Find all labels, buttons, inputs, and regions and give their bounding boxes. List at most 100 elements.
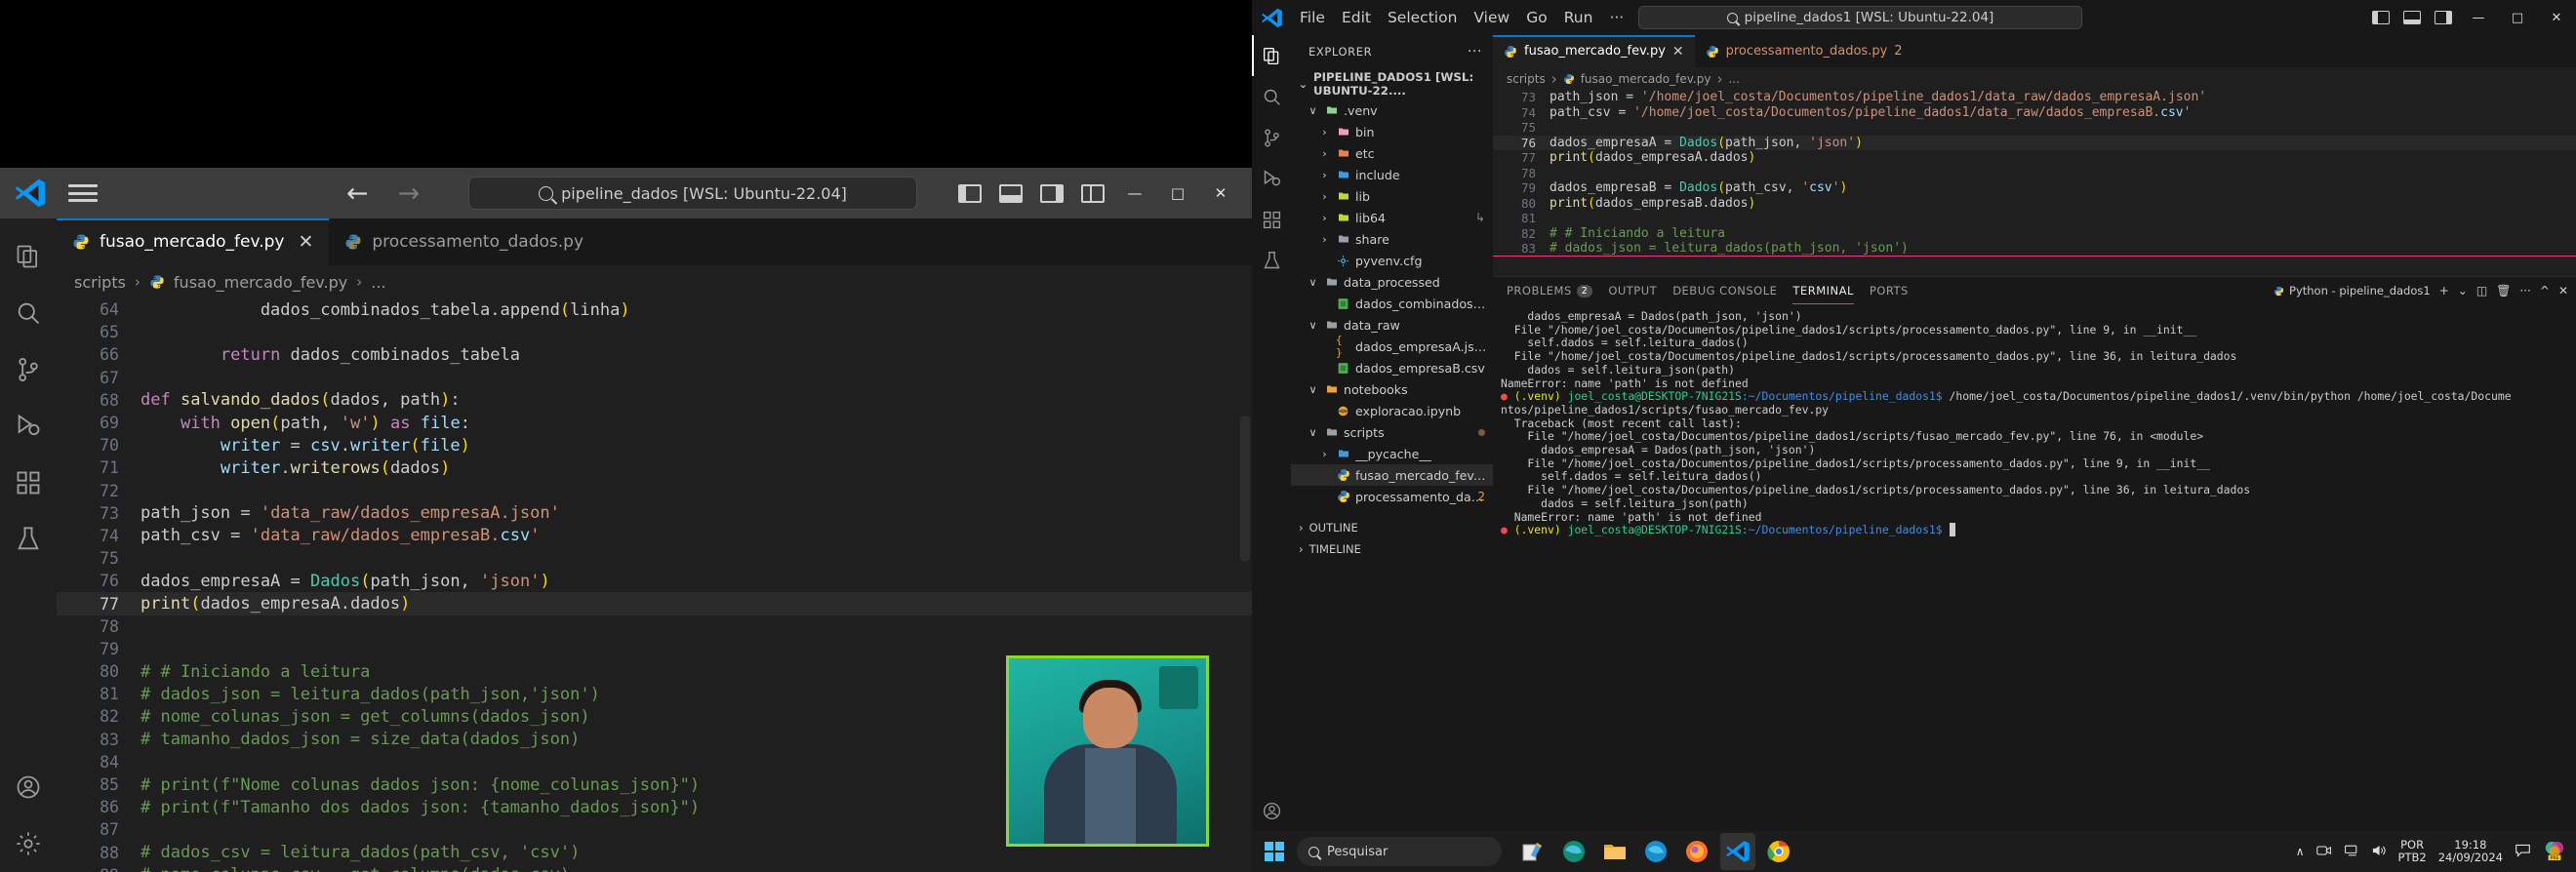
breadcrumb-file[interactable]: fusao_mercado_fev.py xyxy=(174,273,347,292)
tree-item-share[interactable]: › share xyxy=(1291,228,1493,250)
search-icon[interactable] xyxy=(1252,76,1291,117)
tab-processamento-dados[interactable]: processamento_dados.py 2 xyxy=(1694,35,1913,67)
tab-close-icon[interactable]: ✕ xyxy=(1672,44,1684,59)
breadcrumb-folder[interactable]: scripts xyxy=(74,273,126,292)
kill-terminal-icon[interactable]: 🗑 xyxy=(2496,284,2511,297)
toggle-panel-icon[interactable] xyxy=(2403,11,2421,24)
tree-item-notebooks[interactable]: ∨ notebooks xyxy=(1291,378,1493,400)
toggle-panel-icon[interactable] xyxy=(999,183,1023,203)
testing-icon[interactable] xyxy=(1252,240,1291,281)
section-timeline[interactable]: › TIMELINE xyxy=(1291,538,1493,560)
toggle-primary-sidebar-icon[interactable] xyxy=(958,183,982,203)
minimize-button[interactable]: — xyxy=(1113,168,1156,218)
tree-item-lib[interactable]: › lib xyxy=(1291,185,1493,207)
panel-tab-debug-console[interactable]: DEBUG CONSOLE xyxy=(1672,277,1777,304)
panel-more-actions-icon[interactable]: ··· xyxy=(2519,284,2530,297)
panel-tab-terminal[interactable]: TERMINAL xyxy=(1792,277,1855,304)
maximize-button[interactable]: □ xyxy=(2498,0,2537,35)
back-arrow-icon[interactable]: ← xyxy=(346,180,369,207)
menu-selection[interactable]: Selection xyxy=(1388,9,1457,26)
twisty-icon[interactable]: › xyxy=(1318,212,1331,224)
tree-item--pycache-[interactable]: › __pycache__ xyxy=(1291,443,1493,464)
gear-icon[interactable] xyxy=(0,815,57,872)
vscode-icon[interactable] xyxy=(1720,833,1755,870)
tree-item-dados-combinados-csv[interactable]: dados_combinados.csv xyxy=(1291,293,1493,314)
extensions-icon[interactable] xyxy=(1252,199,1291,240)
edge-icon[interactable] xyxy=(1556,833,1591,870)
search-icon[interactable] xyxy=(0,285,57,341)
twisty-icon[interactable]: › xyxy=(1318,147,1331,160)
close-panel-icon[interactable]: ✕ xyxy=(2558,284,2568,297)
breadcrumb-file[interactable]: fusao_mercado_fev.py xyxy=(1581,72,1711,86)
forward-arrow-icon[interactable]: → xyxy=(398,180,421,207)
tab-processamento-dados[interactable]: processamento_dados.py xyxy=(329,218,600,265)
maximize-panel-icon[interactable]: ^ xyxy=(2540,284,2550,297)
tree-item--venv[interactable]: ∨ .venv xyxy=(1291,99,1493,121)
run-debug-icon[interactable] xyxy=(0,398,57,455)
volume-icon[interactable] xyxy=(2371,844,2387,860)
close-button[interactable]: ✕ xyxy=(1199,168,1242,218)
breadcrumb-symbol[interactable]: ... xyxy=(1728,72,1739,86)
tree-item-fusao-mercado-fev-py[interactable]: fusao_mercado_fev.py xyxy=(1291,464,1493,486)
menu-go[interactable]: Go xyxy=(1526,9,1548,26)
accounts-icon[interactable] xyxy=(0,759,57,815)
network-icon[interactable] xyxy=(2344,844,2359,860)
tree-item-dados-empresab-csv[interactable]: dados_empresaB.csv xyxy=(1291,357,1493,378)
explorer-icon[interactable] xyxy=(1252,35,1291,76)
toggle-secondary-sidebar-icon[interactable] xyxy=(2435,11,2452,24)
twisty-icon[interactable]: ∨ xyxy=(1307,104,1319,117)
maximize-button[interactable]: □ xyxy=(1156,168,1199,218)
firefox-icon[interactable] xyxy=(1679,833,1714,870)
toggle-secondary-sidebar-icon[interactable] xyxy=(1040,183,1064,203)
input-language-indicator[interactable]: POR PTB2 xyxy=(2398,838,2427,864)
left-editor-scrollbar[interactable] xyxy=(1238,298,1252,872)
extensions-icon[interactable] xyxy=(0,455,57,511)
twisty-icon[interactable]: › xyxy=(1318,448,1331,460)
toggle-primary-sidebar-icon[interactable] xyxy=(2372,11,2390,24)
twisty-icon[interactable]: › xyxy=(1318,190,1331,203)
right-code-editor[interactable]: 73 path_json = '/home/joel_costa/Document… xyxy=(1493,90,2576,276)
menu-hamburger-button[interactable] xyxy=(68,181,98,205)
left-command-search-bar[interactable]: pipeline_dados [WSL: Ubuntu-22.04] xyxy=(468,177,917,210)
tree-item-pyvenv-cfg[interactable]: pyvenv.cfg xyxy=(1291,250,1493,271)
menu-more[interactable]: ··· xyxy=(1609,9,1624,26)
terminal-dropdown-icon[interactable]: ⌄ xyxy=(2458,284,2468,297)
tab-close-icon[interactable]: ✕ xyxy=(298,231,313,253)
start-button[interactable] xyxy=(1252,831,1297,872)
tab-fusao-mercado-fev[interactable]: fusao_mercado_fev.py ✕ xyxy=(57,218,330,265)
section-outline[interactable]: › OUTLINE xyxy=(1291,517,1493,538)
menu-view[interactable]: View xyxy=(1473,9,1509,26)
right-command-search-bar[interactable]: pipeline_dados1 [WSL: Ubuntu-22.04] xyxy=(1638,6,2082,29)
tree-item-data-processed[interactable]: ∨ data_processed xyxy=(1291,271,1493,293)
terminal-output[interactable]: dados_empresaA = Dados(path_json, 'json'… xyxy=(1493,304,2576,851)
split-terminal-icon[interactable]: ◫ xyxy=(2476,284,2487,297)
terminal-selector[interactable]: Python - pipeline_dados1 xyxy=(2274,284,2431,297)
tree-item-dados-empresaa-json[interactable]: { } dados_empresaA.json xyxy=(1291,334,1493,359)
twisty-icon[interactable]: › xyxy=(1318,233,1331,246)
panel-tab-output[interactable]: OUTPUT xyxy=(1608,277,1657,304)
tree-item-etc[interactable]: › etc xyxy=(1291,142,1493,164)
twisty-icon[interactable]: ∨ xyxy=(1307,426,1319,439)
camera-icon[interactable] xyxy=(2315,844,2332,860)
explorer-icon[interactable] xyxy=(1597,833,1632,870)
minimize-button[interactable]: — xyxy=(2459,0,2498,35)
panel-tab-ports[interactable]: PORTS xyxy=(1870,277,1909,304)
notifications-icon[interactable] xyxy=(2515,843,2531,860)
breadcrumb-folder[interactable]: scripts xyxy=(1507,72,1546,86)
twisty-icon[interactable]: › xyxy=(1318,169,1331,181)
edge2-icon[interactable] xyxy=(1638,833,1673,870)
clock-widget[interactable]: 19:18 24/09/2024 xyxy=(2438,838,2503,864)
tree-item-scripts[interactable]: ∨ scripts xyxy=(1291,421,1493,443)
paint-icon[interactable] xyxy=(1515,833,1550,870)
twisty-icon[interactable]: ∨ xyxy=(1307,383,1319,396)
panel-tab-problems[interactable]: PROBLEMS 2 xyxy=(1507,277,1593,304)
source-control-icon[interactable] xyxy=(1252,117,1291,158)
new-terminal-icon[interactable]: + xyxy=(2439,284,2449,297)
tree-item-include[interactable]: › include xyxy=(1291,164,1493,185)
source-control-icon[interactable] xyxy=(0,341,57,398)
chrome-icon[interactable] xyxy=(1761,833,1796,870)
tree-item-bin[interactable]: › bin xyxy=(1291,121,1493,142)
explorer-root-folder[interactable]: ⌄ PIPELINE_DADOS1 [WSL: UBUNTU-22.... xyxy=(1291,68,1493,99)
customize-layout-icon[interactable] xyxy=(1081,183,1105,203)
tray-expand-chevron-icon[interactable]: ∧ xyxy=(2296,845,2305,858)
